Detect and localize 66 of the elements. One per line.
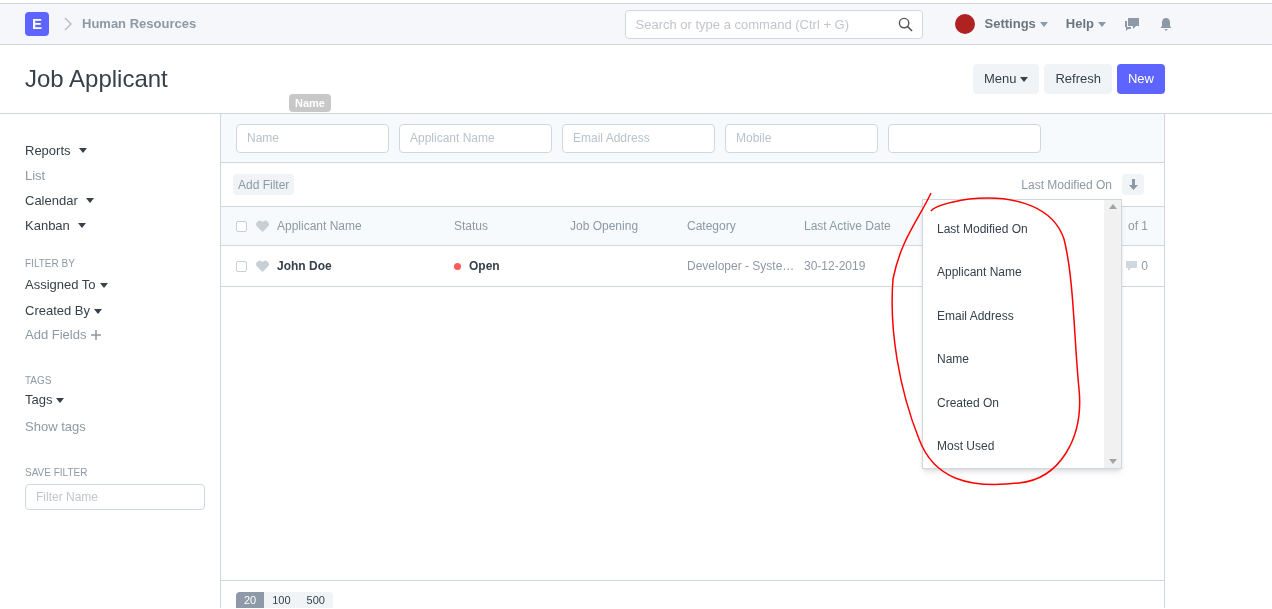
column-header: Job Opening [570,218,640,235]
sort-option[interactable]: Applicant Name [937,250,1104,294]
caret-icon [78,148,87,153]
bell-icon[interactable] [1160,17,1172,31]
heart-icon[interactable] [256,220,269,232]
user-avatar[interactable] [954,14,975,34]
search-icon [897,16,913,32]
filter-name-field[interactable]: Filter Name [25,484,205,510]
caret-icon [1020,76,1029,82]
sidebar-item[interactable]: Kanban [25,213,205,238]
caret-icon [56,397,65,403]
caret-icon [1098,21,1106,27]
filter-field[interactable]: Mobile [725,123,878,153]
table-cell-text: 30-12-2019 [804,258,867,275]
column-header: Status [454,218,490,235]
column-header: Applicant Name [277,218,363,235]
table-cell-text: Developer - Syste… [687,258,796,275]
filter-field[interactable]: Email Address [562,123,715,153]
nav-menu[interactable]: Help [1065,14,1106,34]
column-header: Last Active Date [804,218,892,235]
heart-icon[interactable] [256,260,269,272]
page-title: Job Applicant [25,64,168,94]
section-heading: TAGS [25,373,53,388]
sort-option[interactable]: Name [937,337,1104,381]
caret-icon [1039,21,1048,27]
column-header: Category [687,218,737,235]
filter-field[interactable]: Applicant Name [399,123,552,153]
section-heading: SAVE FILTER [25,465,89,480]
page-size-button[interactable]: 500 [298,592,333,608]
comment-icon [1126,261,1138,271]
filter-field[interactable] [888,123,1041,153]
sidebar-item[interactable]: Calendar [25,188,205,213]
page-size-button[interactable]: 100 [264,592,299,608]
arrow-down-icon [1128,179,1138,190]
sort-option[interactable]: Email Address [937,294,1104,338]
menu-button[interactable]: Menu [972,64,1040,94]
applicant-name[interactable]: John Doe [277,257,454,275]
sort-option[interactable]: Last Modified On [937,207,1104,251]
refresh-button[interactable]: Refresh [1044,64,1112,94]
section-heading: FILTER BY [25,256,76,271]
app-logo[interactable]: E [25,12,49,36]
filter-field[interactable]: Name [236,123,389,153]
checkbox[interactable] [236,220,247,232]
sort-option[interactable]: Most Used [937,424,1104,468]
status-text: Open [469,258,500,275]
caret-icon [94,308,103,314]
sidebar-item[interactable]: Assigned To [25,272,205,298]
sidebar-item[interactable]: Tags [25,388,205,412]
chat-icon[interactable] [1124,17,1140,31]
sidebar-item[interactable]: Reports [25,138,205,163]
search-field[interactable]: Search or type a command (Ctrl + G) [624,9,923,39]
chevron-right-icon [63,17,73,31]
caret-icon [77,223,86,228]
sort-order-button[interactable] [1122,174,1144,195]
sidebar-item[interactable]: Created By [25,298,205,324]
nav-menu[interactable]: Settings [984,14,1048,34]
checkbox[interactable] [236,260,247,272]
comment-count: 0 [1141,258,1148,275]
page-count: of 1 [1128,218,1148,235]
plus-icon [91,330,102,340]
caret-icon [85,198,94,203]
scroll-up-icon[interactable] [1108,204,1117,209]
scroll-down-icon[interactable] [1108,459,1117,464]
caret-icon [99,282,108,288]
new-button[interactable]: New [1117,64,1165,94]
sort-option[interactable]: Created On [937,381,1104,425]
